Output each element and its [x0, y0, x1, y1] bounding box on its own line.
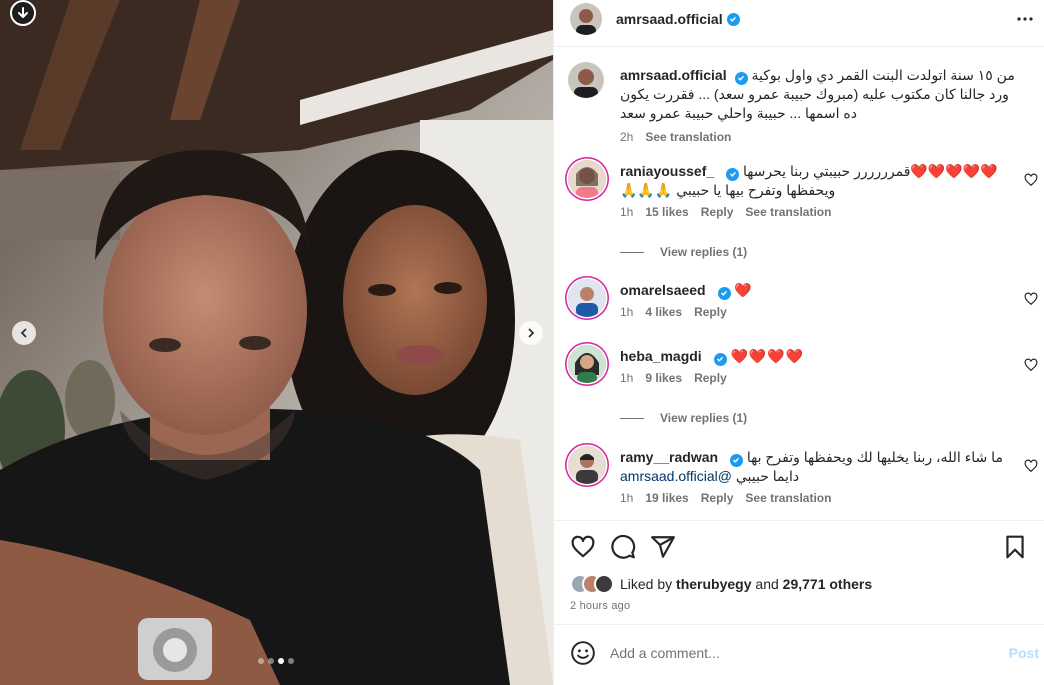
post-photo [0, 0, 553, 685]
post-comment-button[interactable]: Post [1009, 645, 1039, 661]
divider [554, 624, 1044, 625]
avatar[interactable] [570, 3, 602, 35]
view-replies-button[interactable]: View replies (1) [620, 411, 747, 425]
view-replies-label: View replies (1) [660, 411, 748, 425]
liker-avatar [594, 574, 614, 594]
hearts-emoji: ❤️ [734, 282, 753, 298]
comment-text: ما شاء الله، ربنا يخليها لك ويحفظها وتفر… [746, 449, 1003, 465]
like-comment-heart-icon[interactable] [1024, 173, 1038, 187]
see-translation-link[interactable]: See translation [645, 130, 731, 144]
paper-plane-icon[interactable] [650, 534, 676, 560]
liked-by-connector: and [755, 576, 779, 592]
view-replies-button[interactable]: View replies (1) [620, 245, 747, 259]
comment-username[interactable]: ramy__radwan [620, 449, 718, 465]
reply-button[interactable]: Reply [694, 371, 727, 385]
more-horizontal-icon [1017, 17, 1033, 21]
avatar[interactable] [568, 446, 606, 484]
carousel-dot [268, 658, 274, 664]
verified-badge-icon [729, 453, 743, 467]
heart-icon[interactable] [570, 534, 596, 560]
comment-text: قمرررررر حبيبتي ربنا يحرسها [742, 163, 911, 179]
reply-button[interactable]: Reply [701, 205, 734, 219]
avatar[interactable] [568, 160, 606, 198]
comment-time[interactable]: 1h [620, 491, 633, 505]
verified-badge-icon [734, 71, 748, 85]
add-comment-input[interactable] [610, 645, 990, 661]
download-button[interactable] [10, 0, 36, 26]
like-comment-heart-icon[interactable] [1024, 358, 1038, 372]
comment-likes[interactable]: 15 likes [645, 205, 688, 219]
comment-likes[interactable]: 4 likes [645, 305, 682, 319]
caption-author[interactable]: amrsaad.official [620, 67, 727, 83]
comment-time[interactable]: 1h [620, 205, 633, 219]
carousel-dot [288, 658, 294, 664]
previous-media-button[interactable] [12, 321, 36, 345]
post-timestamp[interactable]: 2 hours ago [570, 600, 630, 612]
comment-likes[interactable]: 9 likes [645, 371, 682, 385]
comment-text-line2: ويحفظها وتفرح بيها يا حبيبي [676, 182, 836, 198]
chevron-left-icon [20, 328, 27, 338]
post-actions-bar [570, 534, 1030, 560]
comment-time[interactable]: 2h [620, 130, 633, 144]
comment-time[interactable]: 1h [620, 371, 633, 385]
verified-badge-icon [726, 167, 740, 181]
avatar[interactable] [568, 62, 604, 98]
verified-badge-icon [717, 286, 731, 300]
pray-hands-emoji: 🙏🙏🙏 [620, 182, 673, 198]
bookmark-icon[interactable] [1002, 534, 1028, 560]
likes-summary: Liked by therubyegy and 29,771 others [570, 574, 872, 594]
divider [554, 46, 1044, 47]
mention-link[interactable]: amrsaad.official@ [620, 468, 732, 484]
avatar[interactable] [568, 345, 606, 383]
carousel-dot [258, 658, 264, 664]
smiley-icon[interactable] [570, 640, 596, 666]
reply-button[interactable]: Reply [701, 491, 734, 505]
comment-icon[interactable] [610, 534, 636, 560]
more-options-button[interactable] [1015, 9, 1035, 29]
carousel-indicator [258, 658, 294, 664]
comment-username[interactable]: heba_magdi [620, 348, 702, 364]
verified-badge-icon [726, 12, 740, 26]
post-details-panel: amrsaad.official amrsaad.official من ١٥ … [553, 0, 1044, 685]
hearts-emoji: ❤️❤️❤️❤️ [730, 348, 805, 364]
arrow-down-circle-icon [18, 7, 28, 18]
see-translation-link[interactable]: See translation [745, 205, 831, 219]
post-media[interactable] [0, 0, 553, 685]
verified-badge-icon [713, 352, 727, 366]
liked-by-prefix: Liked by [620, 576, 673, 592]
comment-composer: Post [554, 630, 1044, 676]
comment-text-line2: دايما حبيبي [735, 468, 800, 484]
hearts-emoji: ❤️❤️❤️❤️❤️ [910, 163, 998, 179]
post-header: amrsaad.official [554, 0, 1044, 38]
reply-button[interactable]: Reply [694, 305, 727, 319]
see-translation-link[interactable]: See translation [745, 491, 831, 505]
avatar[interactable] [568, 279, 606, 317]
carousel-dot-active [278, 658, 284, 664]
others-count-link[interactable]: 29,771 others [783, 576, 873, 592]
comment-username[interactable]: omarelsaeed [620, 282, 706, 298]
comment-time[interactable]: 1h [620, 305, 633, 319]
comment-username[interactable]: raniayoussef_ [620, 163, 714, 179]
chevron-right-icon [528, 328, 535, 338]
liker-username[interactable]: therubyegy [676, 576, 751, 592]
like-comment-heart-icon[interactable] [1024, 292, 1038, 306]
like-comment-heart-icon[interactable] [1024, 459, 1038, 473]
comment-likes[interactable]: 19 likes [645, 491, 688, 505]
view-replies-label: View replies (1) [660, 245, 748, 259]
author-username[interactable]: amrsaad.official [616, 11, 723, 27]
divider [554, 520, 1044, 521]
next-media-button[interactable] [519, 321, 543, 345]
